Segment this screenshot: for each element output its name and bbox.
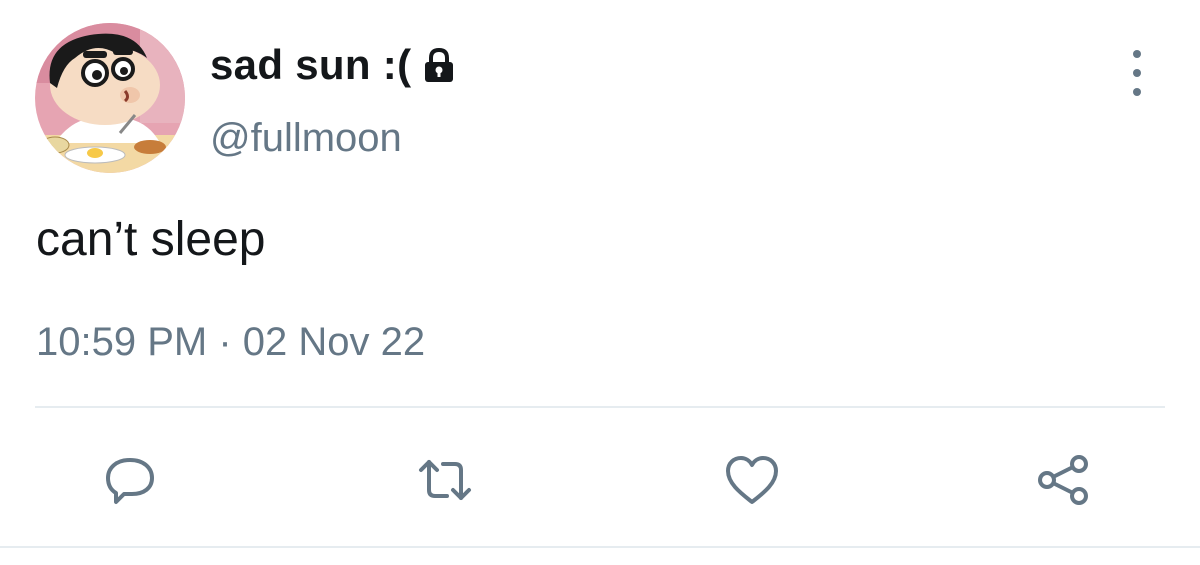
display-name[interactable]: sad sun :( (210, 41, 411, 89)
retweet-icon (419, 460, 471, 500)
reply-icon (106, 458, 154, 504)
heart-icon (726, 456, 778, 504)
bottom-divider (0, 546, 1200, 548)
tweet-date: 02 Nov 22 (242, 320, 426, 364)
avatar[interactable] (35, 23, 185, 173)
tweet-timestamp[interactable]: 10:59 PM · 02 Nov 22 (36, 320, 425, 365)
avatar-image (35, 23, 185, 173)
reply-button[interactable] (100, 450, 160, 510)
tweet-card: sad sun :( @fullmoon can’t sleep 10:59 P… (0, 0, 1200, 565)
more-dot (1133, 88, 1141, 96)
more-dot (1133, 69, 1141, 77)
more-vertical-icon[interactable] (1122, 50, 1152, 96)
timestamp-separator: · (218, 320, 232, 364)
share-button[interactable] (1035, 450, 1095, 510)
lock-icon (419, 45, 459, 85)
user-handle[interactable]: @fullmoon (210, 116, 402, 161)
share-icon (1038, 455, 1088, 505)
divider (35, 406, 1165, 408)
like-button[interactable] (722, 450, 782, 510)
retweet-button[interactable] (415, 450, 475, 510)
more-dot (1133, 50, 1141, 58)
display-name-row: sad sun :( (210, 40, 459, 90)
tweet-text: can’t sleep (36, 213, 266, 266)
tweet-time: 10:59 PM (36, 320, 208, 364)
